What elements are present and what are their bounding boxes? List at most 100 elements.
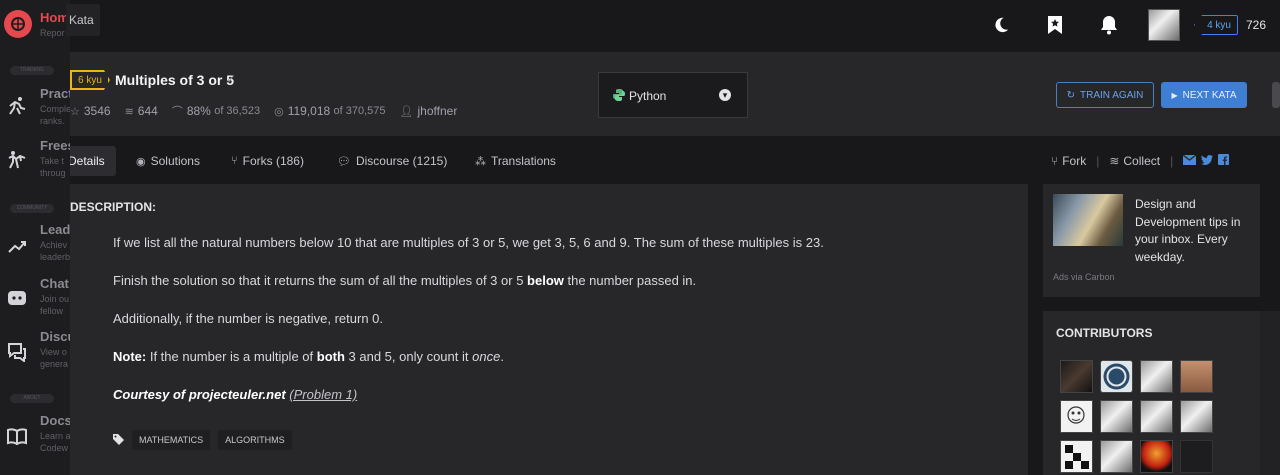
tab-forks[interactable]: ⑂ Forks (186)	[231, 146, 304, 176]
author-stat[interactable]: 👤︎ jhoffner	[400, 104, 458, 118]
sidebar-item-chat-desc: Join ou	[40, 294, 70, 304]
sidebar-item-discussions-desc: View o	[40, 347, 67, 357]
docs-book-icon	[7, 428, 27, 446]
sidebar-item-leaderboards-desc2: leaderb	[40, 252, 70, 262]
contributor-avatar[interactable]	[1060, 440, 1093, 473]
sitemap-icon: ⁂	[475, 155, 486, 168]
check-icon: ✓	[226, 72, 237, 86]
ad-text[interactable]: Design and Development tips in your inbo…	[1135, 196, 1253, 266]
sidebar-item-discussions[interactable]: Discu	[40, 329, 70, 344]
top-bar-right: 4 kyu 726	[962, 8, 1266, 42]
contributor-avatar[interactable]	[1180, 400, 1213, 433]
sidebar-scrollbar-track[interactable]	[1260, 311, 1280, 475]
chevron-down-icon: ▾	[719, 89, 731, 101]
contributor-avatar[interactable]	[1140, 360, 1173, 393]
contributor-avatar[interactable]	[1100, 400, 1133, 433]
header-scrollbar[interactable]	[1272, 82, 1280, 108]
bookmark-star-icon[interactable]	[1040, 10, 1070, 40]
contributor-avatar[interactable]	[1180, 440, 1213, 473]
completed-stat: ◎ 119,018 of 370,575	[274, 104, 385, 118]
moon-icon[interactable]	[986, 10, 1016, 40]
codewars-logo-icon[interactable]	[4, 10, 32, 38]
contributor-avatar[interactable]	[1100, 360, 1133, 393]
sidebar-item-freestyle[interactable]: Frees	[40, 138, 70, 153]
tab-details[interactable]: Details	[66, 146, 116, 176]
train-again-button[interactable]: ↻ TRAIN AGAIN	[1056, 82, 1154, 108]
text-span: If the number is a multiple of	[146, 349, 317, 364]
twitter-share-icon[interactable]	[1201, 154, 1214, 168]
carbon-ad[interactable]: Design and Development tips in your inbo…	[1043, 184, 1260, 297]
problem-link[interactable]: (Problem 1)	[289, 387, 357, 402]
contributor-avatar[interactable]	[1060, 400, 1093, 433]
contributor-avatar[interactable]	[1180, 360, 1213, 393]
divider: |	[1170, 154, 1174, 168]
kata-stats: ☆ 3546 ≋ 644 ⌒ 88% of 36,523 ◎ 119,018 of 37…	[70, 103, 471, 119]
language-select[interactable]: Python ▾	[598, 72, 748, 118]
kata-tabs: Details ◉ Solutions ⑂ Forks (186) 💬︎ Discou…	[66, 146, 1260, 176]
contributor-avatar[interactable]	[1060, 360, 1093, 393]
tab-solutions[interactable]: ◉ Solutions	[136, 146, 200, 176]
description-credit: Courtesy of projecteuler.net (Problem 1)	[113, 387, 357, 402]
fork-icon: ⑂	[231, 155, 238, 167]
discord-icon	[8, 291, 26, 305]
completed-value: 119,018	[287, 104, 331, 118]
solutions-icon: ◉	[136, 155, 146, 168]
contributor-avatar[interactable]	[1140, 400, 1173, 433]
satisfaction-total: of 36,523	[214, 105, 261, 117]
facebook-share-icon[interactable]	[1218, 154, 1230, 168]
leaderboard-icon	[8, 241, 26, 253]
user-icon: 👤︎	[399, 105, 414, 118]
sidebar-item-leaderboards[interactable]: Leade	[40, 222, 70, 237]
contributor-avatar[interactable]	[1140, 440, 1173, 473]
contributor-avatar[interactable]	[1100, 440, 1133, 473]
fork-label: Fork	[1062, 154, 1087, 168]
next-kata-label: NEXT KATA	[1182, 89, 1237, 101]
fork-action[interactable]: ⑂ Fork	[1051, 154, 1086, 168]
author-name: jhoffner	[417, 104, 458, 118]
refresh-icon: ↻	[1066, 89, 1076, 101]
sidebar-item-practice-desc2: ranks.	[40, 116, 65, 126]
sidebar-item-docs-desc: Learn a	[40, 431, 70, 441]
bell-icon[interactable]	[1094, 10, 1124, 40]
tab-details-label: Details	[68, 154, 105, 168]
description-paragraph: Additionally, if the number is negative,…	[113, 311, 384, 326]
tab-discourse[interactable]: 💬︎ Discourse (1215)	[337, 146, 447, 176]
sidebar: Home Repor TRAINING Practi Comple ranks.…	[0, 0, 70, 475]
discussion-icon	[8, 343, 26, 362]
text-span: the number passed in.	[563, 273, 697, 288]
kata-rank-badge: 6 kyu	[70, 70, 110, 90]
tag-mathematics[interactable]: MATHEMATICS	[132, 430, 211, 450]
text-span: 3 and 5, only count it	[344, 349, 473, 364]
collect-action[interactable]: ≋ Collect	[1109, 154, 1160, 168]
kata-actions: ⑂ Fork | ≋ Collect |	[1051, 146, 1230, 176]
completed-total: of 370,575	[333, 105, 386, 117]
tag-algorithms[interactable]: ALGORITHMS	[218, 430, 292, 450]
satisfaction-value: 88%	[186, 104, 211, 118]
sidebar-section-about: ABOUT	[10, 394, 54, 403]
user-avatar[interactable]	[1148, 9, 1181, 41]
sidebar-item-docs[interactable]: Docs	[40, 413, 70, 428]
stars-stat[interactable]: ☆ 3546	[70, 104, 111, 118]
contributors-heading: CONTRIBUTORS	[1056, 326, 1153, 340]
description-heading: DESCRIPTION:	[70, 200, 157, 214]
user-honor: 726	[1245, 18, 1266, 32]
freestyle-icon	[8, 151, 26, 169]
email-share-icon[interactable]	[1182, 154, 1197, 168]
next-kata-button[interactable]: ▶ NEXT KATA	[1161, 82, 1247, 108]
ad-image[interactable]	[1053, 194, 1123, 246]
sidebar-item-freestyle-desc2: throug	[40, 168, 66, 178]
top-bar: 4 kyu 726	[0, 0, 1280, 52]
satisfaction-stat: ⌒ 88% of 36,523	[172, 103, 260, 119]
sidebar-item-chat-desc2: fellow	[40, 306, 64, 316]
text-span: .	[500, 349, 504, 364]
note-label: Note:	[113, 349, 147, 364]
sidebar-item-practice[interactable]: Practi	[40, 86, 70, 101]
tab-translations[interactable]: ⁂ Translations	[475, 146, 556, 176]
ad-via-carbon[interactable]: Ads via Carbon	[1053, 272, 1115, 282]
tab-solutions-label: Solutions	[150, 154, 200, 168]
sidebar-item-chat[interactable]: Chat	[40, 276, 69, 291]
sidebar-item-practice-desc: Comple	[40, 104, 70, 114]
kata-header: 6 kyu Multiples of 3 or 5 ✓ ☆ 3546 ≋ 644 ⌒…	[70, 52, 1280, 136]
description-paragraph: If we list all the natural numbers below…	[113, 235, 824, 250]
credit-source: Courtesy of projecteuler.net	[113, 387, 286, 402]
